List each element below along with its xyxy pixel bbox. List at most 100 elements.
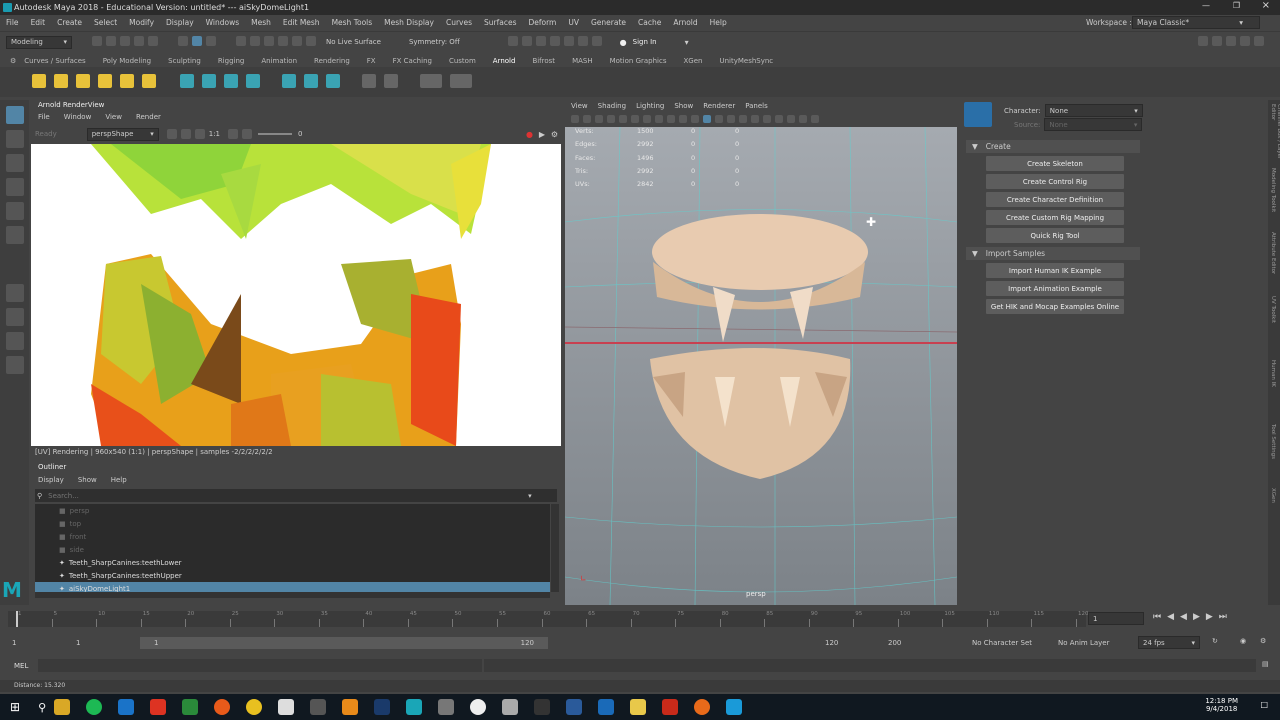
resolution-gate-icon[interactable] xyxy=(643,115,651,123)
shelf-tab-curves-surfaces[interactable]: Curves / Surfaces xyxy=(24,57,85,65)
shelf-tab-arnold[interactable]: Arnold xyxy=(493,57,516,65)
maximize-button[interactable]: ❐ xyxy=(1233,1,1240,10)
range-slider[interactable]: 1 120 xyxy=(140,637,548,649)
four-view-icon[interactable] xyxy=(5,308,24,326)
snap-live-icon[interactable] xyxy=(306,36,316,46)
menu-cache[interactable]: Cache xyxy=(638,18,661,27)
shelf-tab-unitymeshsync[interactable]: UnityMeshSync xyxy=(719,57,773,65)
menu-generate[interactable]: Generate xyxy=(591,18,626,27)
volume-shader-icon[interactable] xyxy=(224,74,238,88)
shelf-tab-motion-graphics[interactable]: Motion Graphics xyxy=(610,57,667,65)
side-tab-tool-settings[interactable]: Tool Settings xyxy=(1270,424,1276,459)
end-frame[interactable]: 200 xyxy=(888,639,901,647)
auto-key-icon[interactable]: ◉ xyxy=(1240,637,1246,645)
stand-in-icon[interactable] xyxy=(304,74,318,88)
hypershade-icon[interactable] xyxy=(563,36,574,46)
snap-curve-icon[interactable] xyxy=(250,36,260,46)
menu-mesh-display[interactable]: Mesh Display xyxy=(384,18,434,27)
render-view-shelf-icon[interactable] xyxy=(420,74,442,88)
app-light-icon[interactable] xyxy=(502,699,519,715)
menu-select[interactable]: Select xyxy=(94,18,117,27)
export-icon[interactable] xyxy=(362,74,376,88)
camera-dropdown[interactable]: perspShape ▾ xyxy=(86,127,159,141)
render-view-icon[interactable] xyxy=(577,36,588,46)
outliner-item[interactable]: ✦ Teeth_SharpCanines:teethLower xyxy=(35,556,550,569)
ratio-label[interactable]: 1:1 xyxy=(209,130,220,138)
menu-uv[interactable]: UV xyxy=(568,18,579,27)
firefox-icon[interactable] xyxy=(214,699,231,715)
import-human-ik-example-button[interactable]: Import Human IK Example xyxy=(986,263,1124,278)
lasso-tool-icon[interactable] xyxy=(5,130,24,148)
ipr-render-icon[interactable] xyxy=(535,36,546,46)
play-back-icon[interactable]: ◀ xyxy=(1180,612,1187,622)
time-slider-track[interactable]: 1 5 10 15 20 25 30 35 40 45 50 55 60 65 70 75 80 85 90 95 10… xyxy=(8,611,1089,627)
viewport-menu-show[interactable]: Show xyxy=(674,102,693,110)
clock[interactable]: 12:18 PM 9/4/2018 xyxy=(1205,697,1238,713)
menu-windows[interactable]: Windows xyxy=(206,18,239,27)
close-button[interactable]: × xyxy=(1262,0,1270,11)
script-editor-icon[interactable]: ▤ xyxy=(1262,660,1269,668)
dof-icon[interactable] xyxy=(787,115,795,123)
chrome-icon[interactable] xyxy=(246,699,263,715)
time-cursor[interactable] xyxy=(16,611,18,627)
app-gray-icon[interactable] xyxy=(438,699,455,715)
open-scene-icon[interactable] xyxy=(106,36,116,46)
maya-taskbar-icon[interactable] xyxy=(406,699,423,715)
notepad-icon[interactable] xyxy=(278,699,295,715)
menu-mesh[interactable]: Mesh xyxy=(251,18,271,27)
wireframe-icon[interactable] xyxy=(691,115,699,123)
refresh-icon[interactable] xyxy=(166,129,177,139)
outliner-menu-display[interactable]: Display xyxy=(38,476,64,484)
menu-create[interactable]: Create xyxy=(57,18,82,27)
menu-file[interactable]: File xyxy=(6,18,19,27)
texture-icon[interactable] xyxy=(282,74,296,88)
viewport-menu-shading[interactable]: Shading xyxy=(598,102,626,110)
prefs-icon[interactable]: ⚙ xyxy=(1260,637,1266,645)
single-view-icon[interactable] xyxy=(5,284,24,302)
play-render-icon[interactable]: ▶ xyxy=(539,130,545,139)
playback-end[interactable]: 120 xyxy=(825,639,838,647)
go-to-end-icon[interactable]: ⏭ xyxy=(1219,612,1227,622)
live-surface-label[interactable]: No Live Surface xyxy=(326,38,381,46)
outliner-view-icon[interactable] xyxy=(5,356,24,374)
start-frame[interactable]: 1 xyxy=(12,639,16,647)
menu-curves[interactable]: Curves xyxy=(446,18,472,27)
physical-sky-icon[interactable] xyxy=(142,74,156,88)
create-section-header[interactable]: ▼ Create xyxy=(966,140,1140,153)
photometric-light-icon[interactable] xyxy=(76,74,90,88)
app-blue-icon[interactable] xyxy=(598,699,615,715)
skydome-light-icon[interactable] xyxy=(98,74,112,88)
steam-icon[interactable] xyxy=(566,699,583,715)
character-dropdown[interactable]: None ▾ xyxy=(1044,104,1143,117)
side-tab-channel-box-layer-editor[interactable]: Channel Box / Layer Editor xyxy=(1270,104,1280,168)
side-tab-xgen[interactable]: XGen xyxy=(1270,488,1276,503)
field-chart-icon[interactable] xyxy=(667,115,675,123)
side-tab-attribute-editor[interactable]: Attribute Editor xyxy=(1270,232,1276,274)
viewport-menu-panels[interactable]: Panels xyxy=(745,102,768,110)
lights-icon[interactable] xyxy=(727,115,735,123)
outliner-item[interactable]: ■ side xyxy=(35,543,550,556)
shadows-icon[interactable] xyxy=(739,115,747,123)
ambient-occlusion-icon[interactable] xyxy=(751,115,759,123)
fit-icon[interactable] xyxy=(228,129,238,139)
move-tool-icon[interactable] xyxy=(5,178,24,196)
app-red-icon[interactable] xyxy=(150,699,167,715)
shelf-menu-icon[interactable]: ⚙ xyxy=(10,57,16,65)
acrobat-icon[interactable] xyxy=(662,699,679,715)
layout-single-icon[interactable] xyxy=(1198,36,1208,46)
outliner-item[interactable]: ✦ aiSkyDomeLight1 xyxy=(35,582,550,592)
outliner-item[interactable]: ■ front xyxy=(35,530,550,543)
shelf-tab-rendering[interactable]: Rendering xyxy=(314,57,350,65)
notification-icon[interactable]: □ xyxy=(1260,700,1268,709)
go-to-start-icon[interactable]: ⏮ xyxy=(1153,612,1161,622)
mesh-light-icon[interactable] xyxy=(54,74,68,88)
two-view-icon[interactable] xyxy=(5,332,24,350)
sticky-notes-icon[interactable] xyxy=(630,699,647,715)
toon-shader-icon[interactable] xyxy=(246,74,260,88)
fps-dropdown[interactable]: 24 fps ▾ xyxy=(1138,636,1200,649)
outliner-menu-help[interactable]: Help xyxy=(111,476,127,484)
side-tab-human-ik[interactable]: Human IK xyxy=(1270,360,1276,387)
layout-channel-icon[interactable] xyxy=(1254,36,1264,46)
motion-blur-icon[interactable] xyxy=(763,115,771,123)
outliner-item[interactable]: ✦ Teeth_SharpCanines:teethUpper xyxy=(35,569,550,582)
